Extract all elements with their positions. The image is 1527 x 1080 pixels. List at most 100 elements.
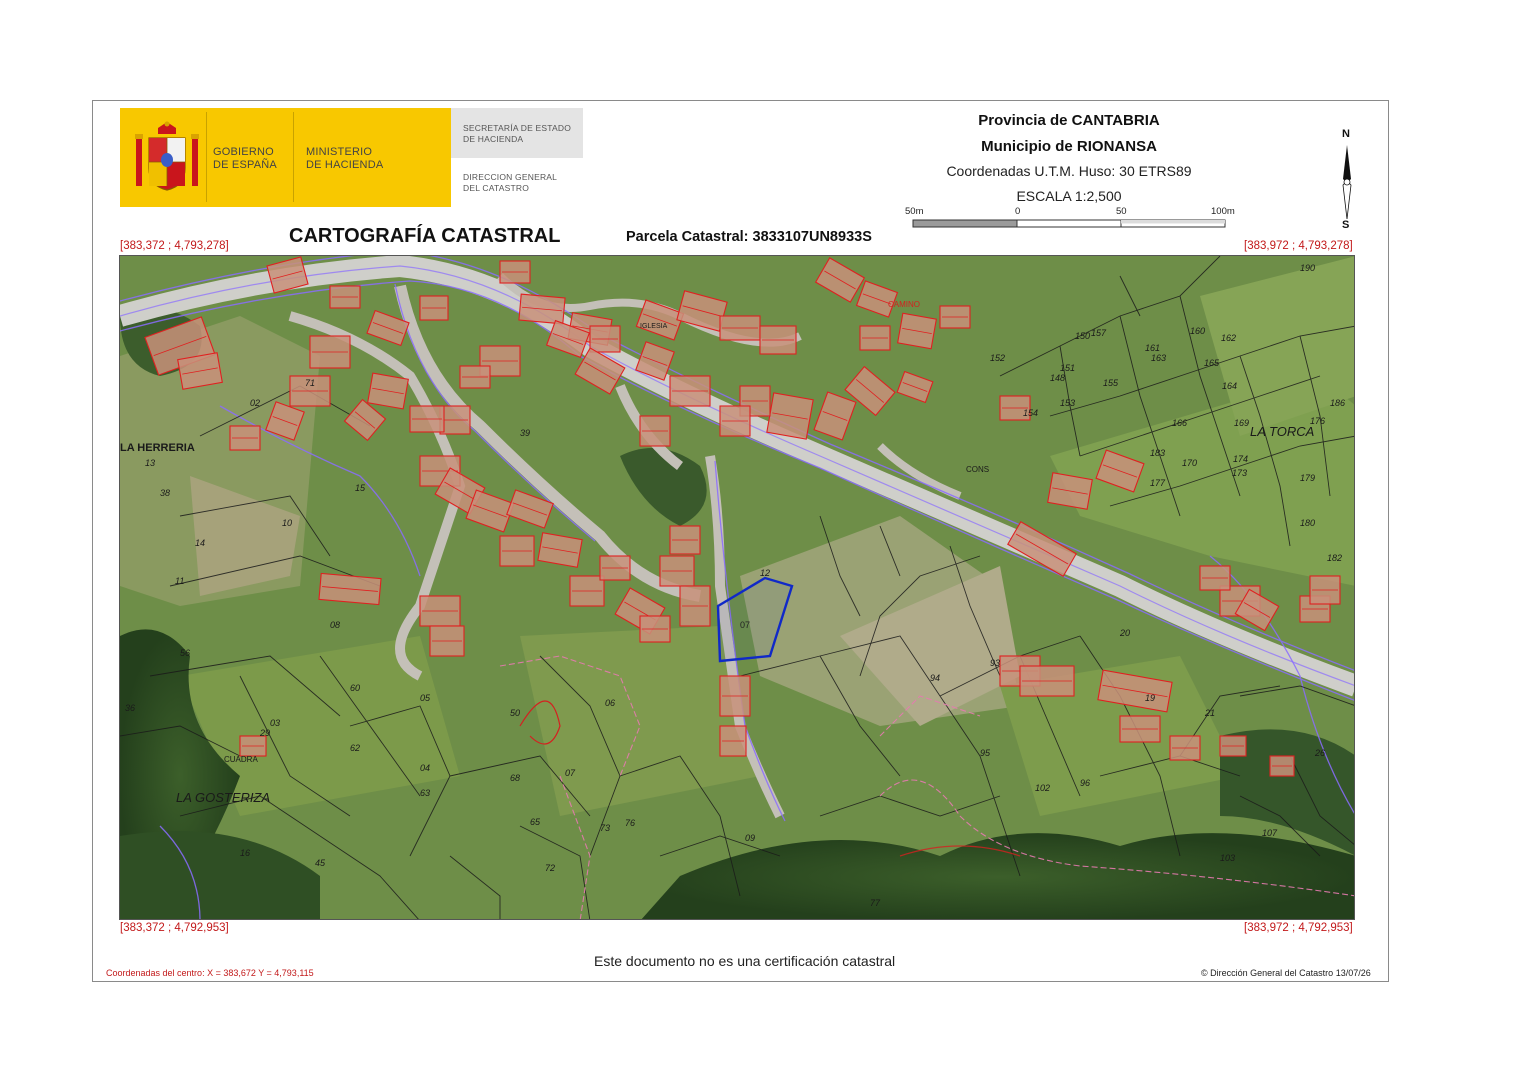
parcel-number-label: 73	[600, 823, 610, 833]
parcel-number-label: 26	[1314, 748, 1325, 758]
parcel-number-label: 148	[1050, 373, 1065, 383]
parcel-number-label: 153	[1060, 398, 1075, 408]
coordinate-system: Coordenadas U.T.M. Huso: 30 ETRS89	[946, 163, 1192, 179]
secretaria-line-1: SECRETARÍA DE ESTADO	[463, 123, 572, 133]
parcel-number-label: 94	[930, 673, 940, 683]
place-name-label: CUADRA	[224, 755, 258, 764]
parcel-number-label: 150	[1075, 331, 1090, 341]
parcel-number-label: 186	[1330, 398, 1345, 408]
parcel-number-label: 152	[990, 353, 1005, 363]
parcel-number-label: 164	[1222, 381, 1237, 391]
parcel-number-label: 107	[1262, 828, 1278, 838]
parcel-number-label: 72	[545, 863, 555, 873]
parcel-number-label: 151	[1060, 363, 1075, 373]
parcel-number-label: 08	[330, 620, 340, 630]
south-label: S	[1342, 219, 1350, 231]
center-coordinates: Coordenadas del centro: X = 383,672 Y = …	[106, 968, 314, 978]
parcel-number-label: 95	[980, 748, 991, 758]
parcel-number-label: 76	[625, 818, 635, 828]
parcel-number-label: 165	[1204, 358, 1220, 368]
parcel-number-label: 157	[1091, 328, 1107, 338]
parcel-number-label: 20	[1119, 628, 1130, 638]
parcel-number-label: 29	[259, 728, 270, 738]
ministry-line-1: MINISTERIO	[306, 146, 373, 158]
parcel-number-label: 62	[350, 743, 360, 753]
place-name-label: LA GOSTERIZA	[176, 790, 270, 805]
parcel-number-label: 166	[1172, 418, 1187, 428]
gobierno-text: GOBIERNO DE ESPAÑA	[213, 146, 277, 172]
direccion-line-1: DIRECCION GENERAL	[463, 172, 558, 182]
direccion-line-2: DEL CATASTRO	[463, 183, 530, 193]
parcel-number-label: 56	[180, 648, 190, 658]
parcel-number-label: 50	[510, 708, 520, 718]
scale-text: ESCALA 1:2,500	[1016, 188, 1122, 204]
parcel-number-label: 04	[420, 763, 430, 773]
parcel-number-label: 177	[1150, 478, 1166, 488]
ministerio-text: MINISTERIO DE HACIENDA	[306, 146, 383, 172]
scale-bar	[912, 219, 1226, 228]
parcel-number-label: 180	[1300, 518, 1315, 528]
direccion-text: DIRECCION GENERAL DEL CATASTRO	[463, 172, 557, 194]
parcel-number-label: 05	[420, 693, 431, 703]
parcel-number-label: 60	[350, 683, 360, 693]
parcel-number-label: 15	[355, 483, 366, 493]
logo-divider	[206, 112, 207, 202]
north-arrow-icon	[1342, 145, 1352, 219]
secretaria-line-2: DE HACIENDA	[463, 134, 524, 144]
parcel-number-label: 10	[282, 518, 292, 528]
parcel-number-label: 21	[1204, 708, 1215, 718]
parcel-number-label: 169	[1234, 418, 1249, 428]
parcel-number-label: 02	[250, 398, 260, 408]
place-name-label: IGLESIA	[640, 323, 668, 330]
north-label: N	[1342, 128, 1350, 140]
parcel-number-label: 13	[145, 458, 155, 468]
place-name-label: LA HERRERIA	[120, 442, 195, 454]
coat-of-arms-icon	[135, 121, 199, 191]
parcel-number-label: 77	[870, 898, 881, 908]
parcel-number-label: 16	[240, 848, 250, 858]
scale-label: 0	[1015, 206, 1021, 217]
parcel-number-label: 155	[1103, 378, 1119, 388]
parcel-number-label: 183	[1150, 448, 1165, 458]
parcel-number-label: 190	[1300, 263, 1315, 273]
scale-label: 50	[1116, 206, 1127, 217]
parcel-number-label: 170	[1182, 458, 1197, 468]
parcel-number-label: 45	[315, 858, 326, 868]
parcel-number-label: 38	[160, 488, 170, 498]
municipality-title: Municipio de RIONANSA	[981, 138, 1157, 155]
aerial-map-canvas[interactable]: 07 LA HERRERIA LA GOSTERIZA LA TORCA CUA…	[120, 256, 1355, 920]
corner-coord-top-right: [383,972 ; 4,793,278]	[1244, 240, 1353, 252]
place-name-label: CAMINO	[888, 300, 920, 309]
place-name-label: LA TORCA	[1250, 424, 1314, 439]
parcel-number-label: 71	[305, 378, 315, 388]
parcel-number-label: 179	[1300, 473, 1315, 483]
page-title: CARTOGRAFÍA CATASTRAL	[289, 225, 561, 247]
parcel-number-label: 11	[175, 576, 184, 586]
parcel-id: Parcela Catastral: 3833107UN8933S	[626, 229, 872, 245]
gov-line-1: GOBIERNO	[213, 146, 274, 158]
parcel-number-label: 93	[990, 658, 1000, 668]
secretaria-text: SECRETARÍA DE ESTADO DE HACIENDA	[463, 123, 571, 145]
parcel-number-label: 174	[1233, 454, 1248, 464]
logo-divider	[293, 112, 294, 202]
disclaimer-text: Este documento no es una certificación c…	[594, 953, 896, 969]
parcel-number-label: 19	[1145, 693, 1155, 703]
parcel-number-label: 06	[605, 698, 615, 708]
place-name-label: CONS	[966, 465, 989, 474]
parcel-number-label: 65	[530, 817, 541, 827]
ministry-line-2: DE HACIENDA	[306, 159, 384, 171]
parcel-number-label: 39	[520, 428, 530, 438]
parcel-number-label: 09	[745, 833, 755, 843]
selected-parcel-label: 07	[740, 620, 750, 630]
parcel-number-label: 173	[1232, 468, 1247, 478]
parcel-number-label: 12	[760, 568, 770, 578]
parcel-number-label: 160	[1190, 326, 1205, 336]
parcel-number-label: 14	[195, 538, 205, 548]
parcel-number-label: 63	[420, 788, 430, 798]
cadastral-map[interactable]: 07 LA HERRERIA LA GOSTERIZA LA TORCA CUA…	[119, 255, 1355, 920]
parcel-number-label: 07	[565, 768, 576, 778]
parcel-number-label: 96	[1080, 778, 1090, 788]
scale-label: 50m	[905, 206, 924, 217]
province-title: Provincia de CANTABRIA	[978, 112, 1160, 129]
parcel-number-label: 36	[125, 703, 135, 713]
